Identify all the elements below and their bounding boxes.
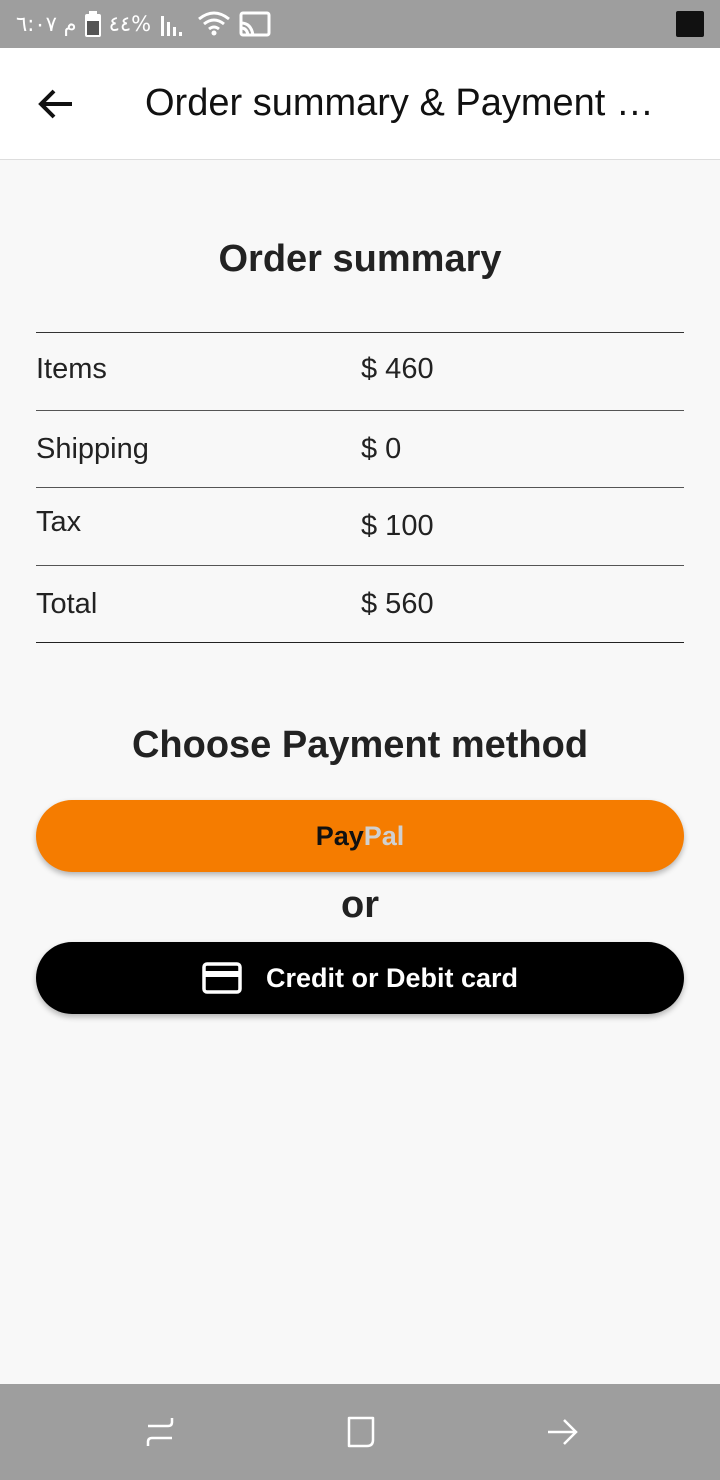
order-summary-table: Items $ 460 Shipping $ 0 Tax $ 100 Total…	[36, 332, 684, 643]
row-value: $ 560	[361, 587, 434, 620]
status-icons: م ٦:٠٧ %٤٤	[16, 11, 271, 37]
paypal-label-pal: Pal	[363, 820, 405, 851]
summary-row-tax: Tax $ 100	[36, 488, 684, 566]
home-icon	[347, 1416, 375, 1448]
row-value: $ 460	[361, 353, 434, 385]
cast-icon	[239, 11, 271, 37]
signal-icon	[159, 12, 189, 36]
credit-card-icon	[202, 962, 242, 994]
summary-row-shipping: Shipping $ 0	[36, 411, 684, 488]
order-summary-title: Order summary	[218, 238, 502, 280]
row-label: Tax	[36, 506, 82, 538]
or-separator: or	[341, 884, 379, 926]
payment-method-title: Choose Payment method	[131, 724, 589, 766]
recent-apps-icon	[146, 1418, 174, 1446]
row-value: $ 0	[361, 432, 402, 465]
row-label: Shipping	[36, 432, 149, 465]
back-nav-button[interactable]	[538, 1408, 586, 1456]
credit-card-label: Credit or Debit card	[265, 962, 519, 993]
status-time: م ٦:٠٧	[16, 12, 77, 36]
row-label: Total	[36, 587, 98, 620]
app-bar: Order summary & Payment …	[0, 48, 720, 160]
page-title: Order summary & Payment …	[145, 82, 654, 124]
wifi-icon	[197, 11, 231, 37]
system-nav-bar	[0, 1384, 720, 1480]
credit-card-button[interactable]: Credit or Debit card	[36, 942, 684, 1014]
row-label: Items	[36, 353, 107, 385]
summary-row-items: Items $ 460	[36, 333, 684, 411]
summary-row-total: Total $ 560	[36, 566, 684, 643]
arrow-left-icon	[38, 89, 72, 118]
back-nav-icon	[548, 1419, 578, 1445]
notification-square-icon	[676, 11, 704, 37]
row-value: $ 100	[361, 510, 434, 542]
paypal-button[interactable]: Pay Pal	[36, 800, 684, 872]
back-button[interactable]	[0, 48, 112, 160]
battery-percent: %٤٤	[108, 12, 152, 36]
paypal-label-pay: Pay	[315, 820, 364, 851]
status-bar: م ٦:٠٧ %٤٤	[0, 0, 720, 48]
battery-icon	[84, 11, 101, 37]
home-button[interactable]	[336, 1408, 384, 1456]
recent-apps-button[interactable]	[136, 1408, 184, 1456]
status-right	[676, 11, 704, 37]
